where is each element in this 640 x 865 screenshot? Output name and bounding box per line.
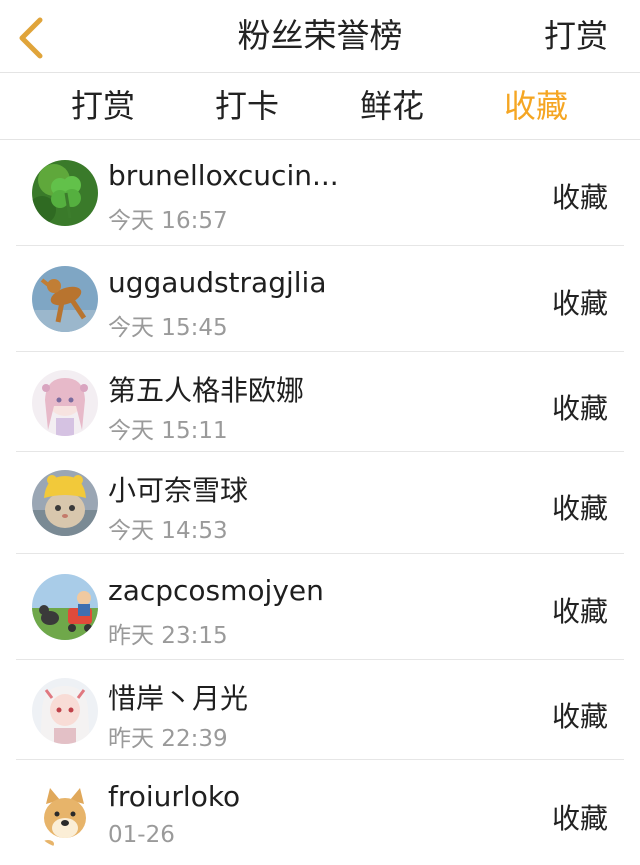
tab-bar: 打赏 打卡 鲜花 收藏: [0, 73, 640, 140]
tab-tip[interactable]: 打赏: [48, 73, 158, 139]
avatar[interactable]: [32, 370, 98, 436]
timestamp: 昨天 22:39: [108, 726, 228, 752]
tab-favorites[interactable]: 收藏: [481, 73, 591, 139]
action-label: 收藏: [551, 492, 608, 525]
cat-yellow-hat-avatar-image: [32, 470, 98, 536]
avatar[interactable]: [32, 678, 98, 744]
timestamp: 今天 14:53: [108, 518, 228, 544]
tab-flowers[interactable]: 鲜花: [337, 73, 447, 139]
timestamp: 今天 16:57: [108, 208, 228, 234]
clover-avatar-image: [32, 160, 98, 226]
list-item[interactable]: zacpcosmojyen 昨天 23:15 收藏: [0, 554, 640, 660]
avatar[interactable]: [32, 574, 98, 640]
avatar[interactable]: [32, 160, 98, 226]
list-item[interactable]: froiurloko 01-26 收藏: [0, 760, 640, 865]
action-label: 收藏: [551, 392, 608, 425]
action-label: 收藏: [551, 700, 608, 733]
username: uggaudstragjlia: [108, 266, 327, 299]
username: froiurloko: [108, 780, 241, 813]
username: brunelloxcucin...: [108, 159, 339, 192]
anime-girl-avatar-image: [32, 370, 98, 436]
action-label: 收藏: [551, 181, 608, 214]
username: zacpcosmojyen: [108, 574, 324, 607]
timestamp: 昨天 23:15: [108, 623, 228, 649]
avatar[interactable]: [32, 266, 98, 332]
avatar[interactable]: [32, 782, 98, 848]
navigation-bar: 粉丝荣誉榜 打赏: [0, 0, 640, 73]
doge-avatar-image: [32, 782, 98, 848]
username: 小可奈雪球: [108, 474, 249, 507]
username: 惜岸丶月光: [108, 682, 249, 715]
list-item[interactable]: uggaudstragjlia 今天 15:45 收藏: [0, 246, 640, 352]
avatar[interactable]: [32, 470, 98, 536]
action-label: 收藏: [551, 802, 608, 835]
list-item[interactable]: brunelloxcucin... 今天 16:57 收藏: [0, 140, 640, 246]
timestamp: 01-26: [108, 822, 175, 848]
list-item[interactable]: 小可奈雪球 今天 14:53 收藏: [0, 452, 640, 554]
timestamp: 今天 15:11: [108, 418, 228, 444]
timestamp: 今天 15:45: [108, 315, 228, 341]
tip-button[interactable]: 打赏: [544, 0, 608, 72]
action-label: 收藏: [551, 595, 608, 628]
kids-outdoor-avatar-image: [32, 574, 98, 640]
username: 第五人格非欧娜: [108, 374, 305, 407]
action-label: 收藏: [551, 287, 608, 320]
list-item[interactable]: 第五人格非欧娜 今天 15:11 收藏: [0, 352, 640, 452]
dog-jumping-avatar-image: [32, 266, 98, 332]
tab-checkin[interactable]: 打卡: [192, 73, 302, 139]
list-item[interactable]: 惜岸丶月光 昨天 22:39 收藏: [0, 660, 640, 760]
anime-girl-white-avatar-image: [32, 678, 98, 744]
